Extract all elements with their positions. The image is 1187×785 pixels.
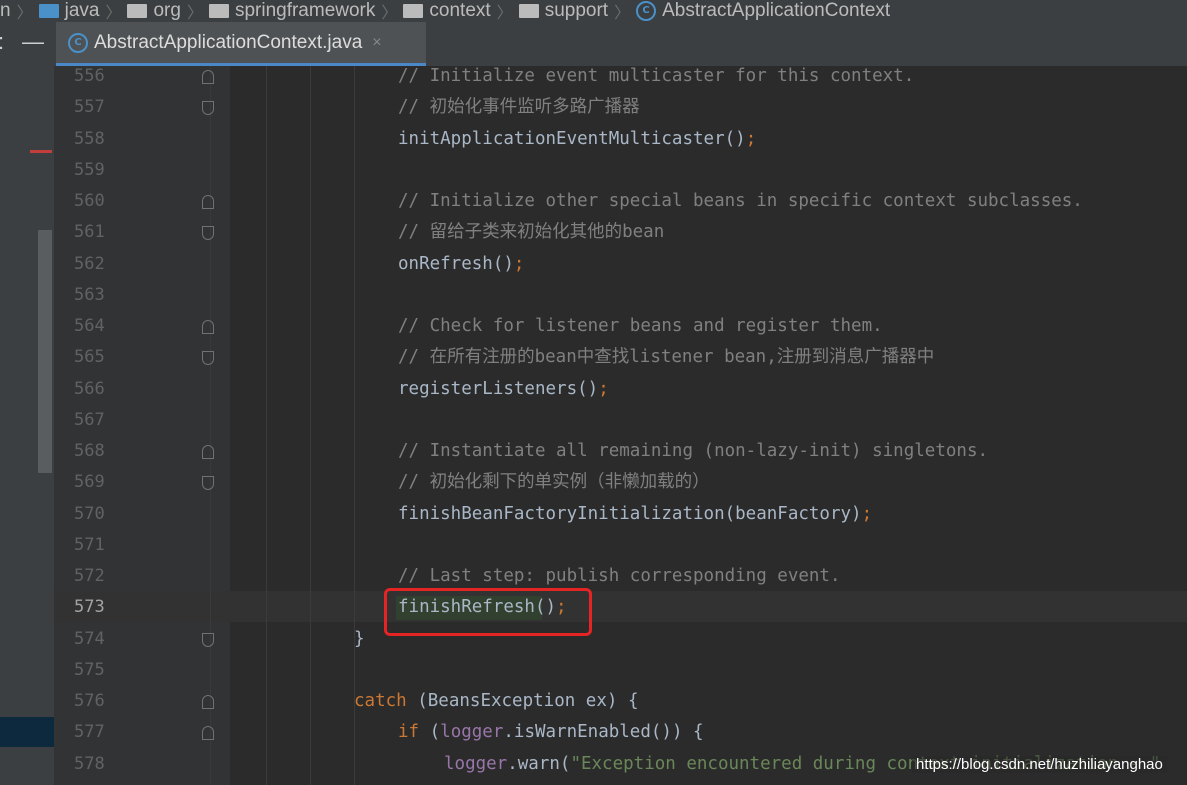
fold-marker-icon[interactable] xyxy=(202,351,214,366)
fold-marker-icon[interactable] xyxy=(202,195,214,209)
code-line[interactable]: finishBeanFactoryInitialization(beanFact… xyxy=(398,499,872,530)
error-marker xyxy=(30,150,52,153)
fold-marker-icon[interactable] xyxy=(202,476,214,491)
code-line[interactable]: if (logger.isWarnEnabled()) { xyxy=(398,717,704,748)
line-number: 577 xyxy=(74,722,105,743)
code-line[interactable]: // Instantiate all remaining (non-lazy-i… xyxy=(398,436,988,467)
code-line[interactable]: // Check for listener beans and register… xyxy=(398,311,883,342)
annotation-highlight-box xyxy=(384,588,592,636)
breadcrumb-item-context[interactable]: context xyxy=(403,0,491,22)
code-line[interactable]: // 初始化事件监听多路广播器 xyxy=(398,92,640,123)
abstract-class-icon: C xyxy=(636,1,657,21)
code-line[interactable]: // 留给子类来初始化其他的bean xyxy=(398,217,664,248)
code-line[interactable]: } xyxy=(354,624,365,655)
chevron-right-icon: 〉 xyxy=(186,5,203,22)
line-number: 569 xyxy=(74,472,105,493)
code-line[interactable]: // 初始化剩下的单实例（非懒加载的） xyxy=(398,467,710,498)
chevron-right-icon: 〉 xyxy=(381,5,398,22)
line-number: 561 xyxy=(74,222,105,243)
line-number: 575 xyxy=(74,659,105,680)
abstract-class-icon: C xyxy=(68,32,88,53)
indent-guide xyxy=(310,66,311,785)
package-icon xyxy=(518,4,539,18)
breadcrumb-item-org[interactable]: org xyxy=(127,0,181,22)
code-line[interactable]: initApplicationEventMulticaster(); xyxy=(398,124,756,155)
line-number: 560 xyxy=(74,191,105,211)
fold-marker-icon[interactable] xyxy=(202,101,214,116)
line-number: 566 xyxy=(74,378,105,399)
chevron-right-icon: 〉 xyxy=(105,5,122,22)
line-number: 576 xyxy=(74,691,105,711)
tab-tools: : — xyxy=(0,22,56,66)
fold-marker-icon[interactable] xyxy=(202,632,214,647)
code-line[interactable]: catch (BeansException ex) { xyxy=(354,686,638,717)
package-icon xyxy=(127,4,148,18)
more-tools-icon[interactable]: : xyxy=(0,29,4,55)
gutter-divider xyxy=(210,66,211,785)
line-number: 568 xyxy=(74,441,105,461)
breadcrumb-item-java[interactable]: java xyxy=(38,0,99,22)
line-number: 564 xyxy=(74,316,105,336)
code-line[interactable]: registerListeners(); xyxy=(398,374,609,405)
line-number: 570 xyxy=(74,503,105,524)
breadcrumb-item-springframework[interactable]: springframework xyxy=(208,0,375,22)
code-line[interactable]: // Initialize other special beans in spe… xyxy=(398,186,1083,217)
breadcrumb: n 〉 java 〉 org 〉 springframework 〉 conte… xyxy=(0,0,1187,22)
code-line[interactable]: onRefresh(); xyxy=(398,249,524,280)
tab-abstract-application-context[interactable]: C AbstractApplicationContext.java × xyxy=(56,22,426,66)
fold-marker-icon[interactable] xyxy=(202,726,214,741)
line-number: 572 xyxy=(74,566,105,586)
breadcrumb-item-class[interactable]: C AbstractApplicationContext xyxy=(636,0,890,22)
chevron-right-icon: 〉 xyxy=(16,5,33,22)
package-icon xyxy=(208,4,229,18)
package-icon xyxy=(403,4,424,18)
indent-guide xyxy=(354,66,355,785)
line-number: 556 xyxy=(74,66,105,86)
line-number: 563 xyxy=(74,284,105,305)
folder-icon xyxy=(38,4,59,18)
line-number: 559 xyxy=(74,159,105,180)
indent-guide xyxy=(266,66,267,785)
code-line[interactable]: // 在所有注册的bean中查找listener bean,注册到消息广播器中 xyxy=(398,342,934,373)
close-icon[interactable]: × xyxy=(372,34,381,52)
fold-marker-icon[interactable] xyxy=(202,445,214,459)
selected-tree-row[interactable] xyxy=(0,717,54,747)
line-number: 574 xyxy=(74,628,105,649)
collapse-icon[interactable]: — xyxy=(22,29,44,55)
line-number: 562 xyxy=(74,253,105,274)
line-number: 557 xyxy=(74,97,105,118)
line-number: 558 xyxy=(74,128,105,149)
breadcrumb-item-support[interactable]: support xyxy=(518,0,608,22)
line-number: 578 xyxy=(74,753,105,774)
scrollbar-thumb[interactable] xyxy=(38,230,52,473)
fold-marker-icon[interactable] xyxy=(202,320,214,334)
fold-marker-icon[interactable] xyxy=(202,226,214,241)
fold-marker-icon[interactable] xyxy=(202,695,214,709)
chevron-right-icon: 〉 xyxy=(614,5,631,22)
chevron-right-icon: 〉 xyxy=(496,5,513,22)
breadcrumb-item-root[interactable]: n xyxy=(0,0,11,22)
line-number: 573 xyxy=(74,597,105,618)
current-line-highlight xyxy=(54,591,1187,622)
fold-marker-icon[interactable] xyxy=(202,70,214,84)
code-line[interactable]: // Initialize event multicaster for this… xyxy=(398,61,914,92)
line-number: 565 xyxy=(74,347,105,368)
code-editor[interactable] xyxy=(230,66,1187,785)
tab-label: AbstractApplicationContext.java xyxy=(94,31,363,53)
line-number: 567 xyxy=(74,409,105,430)
watermark: https://blog.csdn.net/huzhiliayanghao xyxy=(912,756,1167,773)
line-number: 571 xyxy=(74,534,105,555)
